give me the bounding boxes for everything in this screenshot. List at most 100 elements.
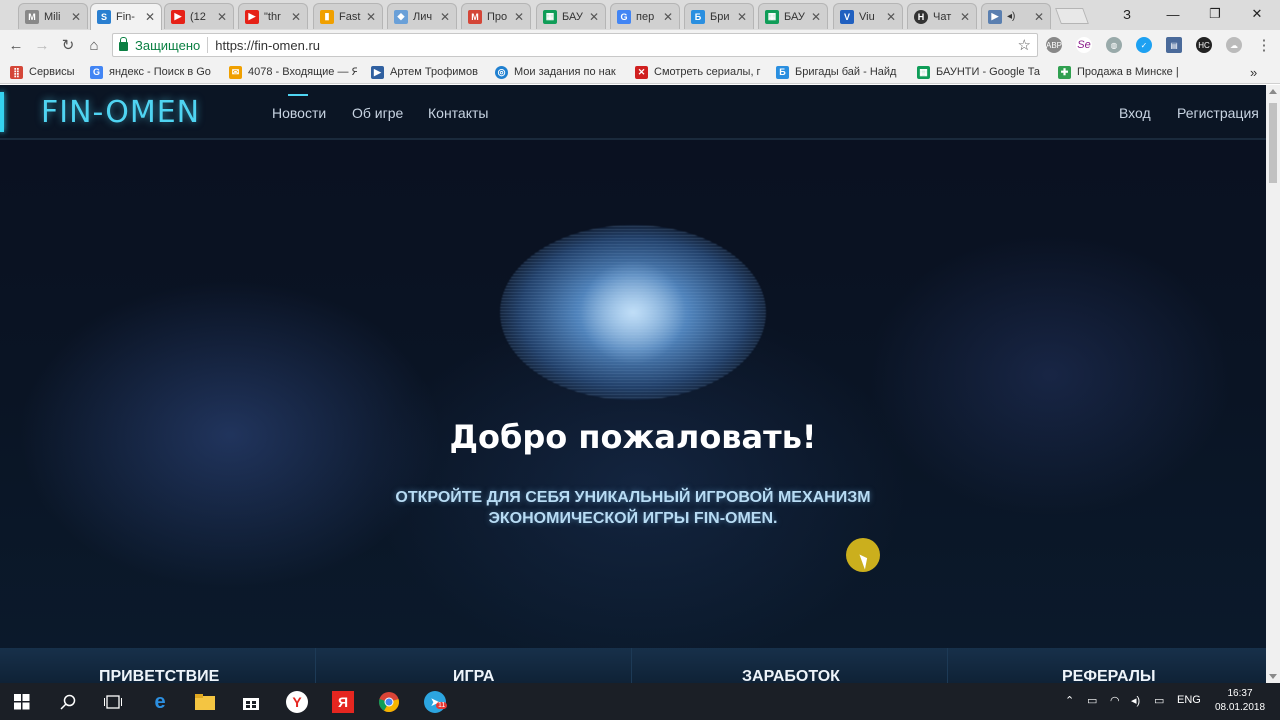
- browser-tab-active[interactable]: S Fin- ✕: [90, 3, 162, 30]
- close-icon[interactable]: ✕: [514, 10, 524, 24]
- bookmark-item[interactable]: G яндекс - Поиск в Go: [90, 64, 216, 80]
- browser-tab[interactable]: Б Бри ✕: [684, 3, 754, 29]
- adblock-extension-icon[interactable]: ABP: [1046, 37, 1062, 53]
- section-tab-referrals[interactable]: РЕФЕРАЛЫ: [948, 648, 1266, 683]
- register-link[interactable]: Регистрация: [1177, 105, 1259, 121]
- url-text[interactable]: https://fin-omen.ru: [215, 38, 320, 53]
- bookmark-item[interactable]: ⣿ Сервисы: [10, 64, 75, 80]
- speaker-icon: ◂): [1007, 11, 1016, 22]
- address-bar[interactable]: Защищено https://fin-omen.ru ☆: [112, 33, 1038, 57]
- forward-button[interactable]: →: [32, 35, 52, 55]
- browser-tab[interactable]: G пер ✕: [610, 3, 680, 29]
- browser-tab[interactable]: V Viu ✕: [833, 3, 903, 29]
- browser-tab[interactable]: H Чат ✕: [907, 3, 977, 29]
- hero-subtitle: ОТКРОЙТЕ ДЛЯ СЕБЯ УНИКАЛЬНЫЙ ИГРОВОЙ МЕХ…: [395, 489, 871, 527]
- login-link[interactable]: Вход: [1119, 105, 1151, 121]
- bookmark-item[interactable]: Б Бригады бай - Найд: [776, 64, 904, 80]
- clock-date: 08.01.2018: [1214, 702, 1266, 713]
- notification-icon[interactable]: ▭: [1154, 694, 1164, 707]
- sheets-icon: ▦: [765, 9, 779, 24]
- yandex-browser-icon[interactable]: Y: [286, 691, 308, 713]
- secure-label: Защищено: [135, 37, 201, 53]
- se-extension-icon[interactable]: Se: [1076, 37, 1092, 53]
- bookmark-item[interactable]: ▦ БАУНТИ - Google Та: [917, 64, 1045, 80]
- browser-tab[interactable]: ▦ БАУ ✕: [536, 3, 606, 29]
- back-button[interactable]: ←: [6, 35, 26, 55]
- close-window-button[interactable]: ✕: [1234, 0, 1280, 28]
- store-icon[interactable]: [240, 691, 262, 713]
- bookmark-item[interactable]: ✉ 4078 - Входящие — Я: [229, 64, 357, 80]
- close-icon[interactable]: ✕: [663, 10, 673, 24]
- browser-tab[interactable]: ▶ "thr ✕: [238, 3, 308, 29]
- windows-start-icon[interactable]: [11, 691, 33, 713]
- close-icon[interactable]: ✕: [960, 10, 970, 24]
- new-tab-button[interactable]: [1055, 8, 1089, 24]
- close-icon[interactable]: ✕: [440, 10, 450, 24]
- edge-icon[interactable]: e: [149, 691, 171, 713]
- file-explorer-icon[interactable]: [194, 691, 216, 713]
- bookmark-item[interactable]: ✚ Продажа в Минске |: [1058, 64, 1188, 80]
- close-icon[interactable]: ✕: [291, 10, 301, 24]
- cloud-extension-icon[interactable]: ☁: [1226, 37, 1242, 53]
- nav-link-news[interactable]: Новости: [272, 105, 326, 121]
- site-header: FIN-OMEN Новости Об игре Контакты Вход Р…: [0, 85, 1266, 140]
- bookmark-item[interactable]: ▶ Артем Трофимов: [371, 64, 478, 80]
- section-tab-game[interactable]: ИГРА: [316, 648, 632, 683]
- play-icon: ▶: [988, 9, 1002, 24]
- wifi-icon[interactable]: ◠: [1110, 694, 1120, 707]
- more-bookmarks-icon[interactable]: »: [1250, 64, 1257, 80]
- close-icon[interactable]: ✕: [737, 10, 747, 24]
- user-profile-button[interactable]: З: [1104, 0, 1150, 28]
- close-icon[interactable]: ✕: [366, 10, 376, 24]
- page-scrollbar[interactable]: [1266, 85, 1280, 683]
- browser-tab[interactable]: ◆ Лич ✕: [387, 3, 457, 29]
- search-icon[interactable]: [57, 691, 79, 713]
- task-view-icon[interactable]: [102, 691, 124, 713]
- system-clock[interactable]: 16:37 08.01.2018: [1210, 687, 1270, 715]
- volume-icon[interactable]: ◂): [1131, 694, 1140, 707]
- menu-icon[interactable]: ⋮: [1254, 35, 1274, 55]
- close-icon[interactable]: ✕: [71, 10, 81, 24]
- check-extension-icon[interactable]: ✓: [1136, 37, 1152, 53]
- yandex-icon[interactable]: Я: [332, 691, 354, 713]
- scroll-up-icon[interactable]: [1269, 89, 1277, 94]
- nav-link-about[interactable]: Об игре: [352, 105, 403, 121]
- battery-icon[interactable]: ▭: [1087, 694, 1097, 707]
- bookmark-star-icon[interactable]: ☆: [1018, 36, 1031, 54]
- diamond-icon: ◆: [394, 9, 408, 24]
- language-indicator[interactable]: ENG: [1177, 694, 1201, 706]
- section-tab-welcome[interactable]: ПРИВЕТСТВИЕ: [0, 648, 316, 683]
- close-icon[interactable]: ✕: [145, 10, 155, 24]
- browser-tab[interactable]: ▶ (12 ✕: [164, 3, 234, 29]
- lock-icon: [119, 37, 128, 51]
- hc-icon: H: [914, 9, 928, 24]
- nav-link-contacts[interactable]: Контакты: [428, 105, 488, 121]
- reload-button[interactable]: ↻: [58, 35, 78, 55]
- browser-tab[interactable]: ▮ Fast ✕: [313, 3, 383, 29]
- close-icon[interactable]: ✕: [217, 10, 227, 24]
- close-icon[interactable]: ✕: [886, 10, 896, 24]
- close-icon[interactable]: ✕: [1034, 10, 1044, 24]
- hc-extension-icon[interactable]: HC: [1196, 37, 1212, 53]
- bookmark-item[interactable]: ◎ Мои задания по нак: [495, 64, 622, 80]
- site-logo[interactable]: FIN-OMEN: [41, 95, 200, 130]
- chevron-up-icon[interactable]: ⌃: [1065, 694, 1074, 707]
- maximize-button[interactable]: ❐: [1192, 0, 1238, 28]
- browser-tab[interactable]: M Про ✕: [461, 3, 531, 29]
- browser-tab[interactable]: M Mili ✕: [18, 3, 88, 29]
- scroll-thumb[interactable]: [1269, 103, 1277, 183]
- bookmark-item[interactable]: ✕ Смотреть сериалы, г: [635, 64, 763, 80]
- home-button[interactable]: ⌂: [84, 35, 104, 55]
- browser-toolbar: ← → ↻ ⌂ Защищено https://fin-omen.ru ☆ A…: [0, 30, 1280, 60]
- browser-tab[interactable]: ▦ БАУ ✕: [758, 3, 828, 29]
- scroll-down-icon[interactable]: [1269, 674, 1277, 679]
- section-tab-earnings[interactable]: ЗАРАБОТОК: [632, 648, 948, 683]
- close-icon[interactable]: ✕: [589, 10, 599, 24]
- calendar-extension-icon[interactable]: ▤: [1166, 37, 1182, 53]
- logo-accent: [0, 92, 4, 132]
- chrome-icon[interactable]: [378, 691, 400, 713]
- browser-tab[interactable]: ▶ ◂) ✕: [981, 3, 1051, 29]
- globe-extension-icon[interactable]: ◍: [1106, 37, 1122, 53]
- close-icon[interactable]: ✕: [811, 10, 821, 24]
- minimize-button[interactable]: —: [1150, 0, 1196, 28]
